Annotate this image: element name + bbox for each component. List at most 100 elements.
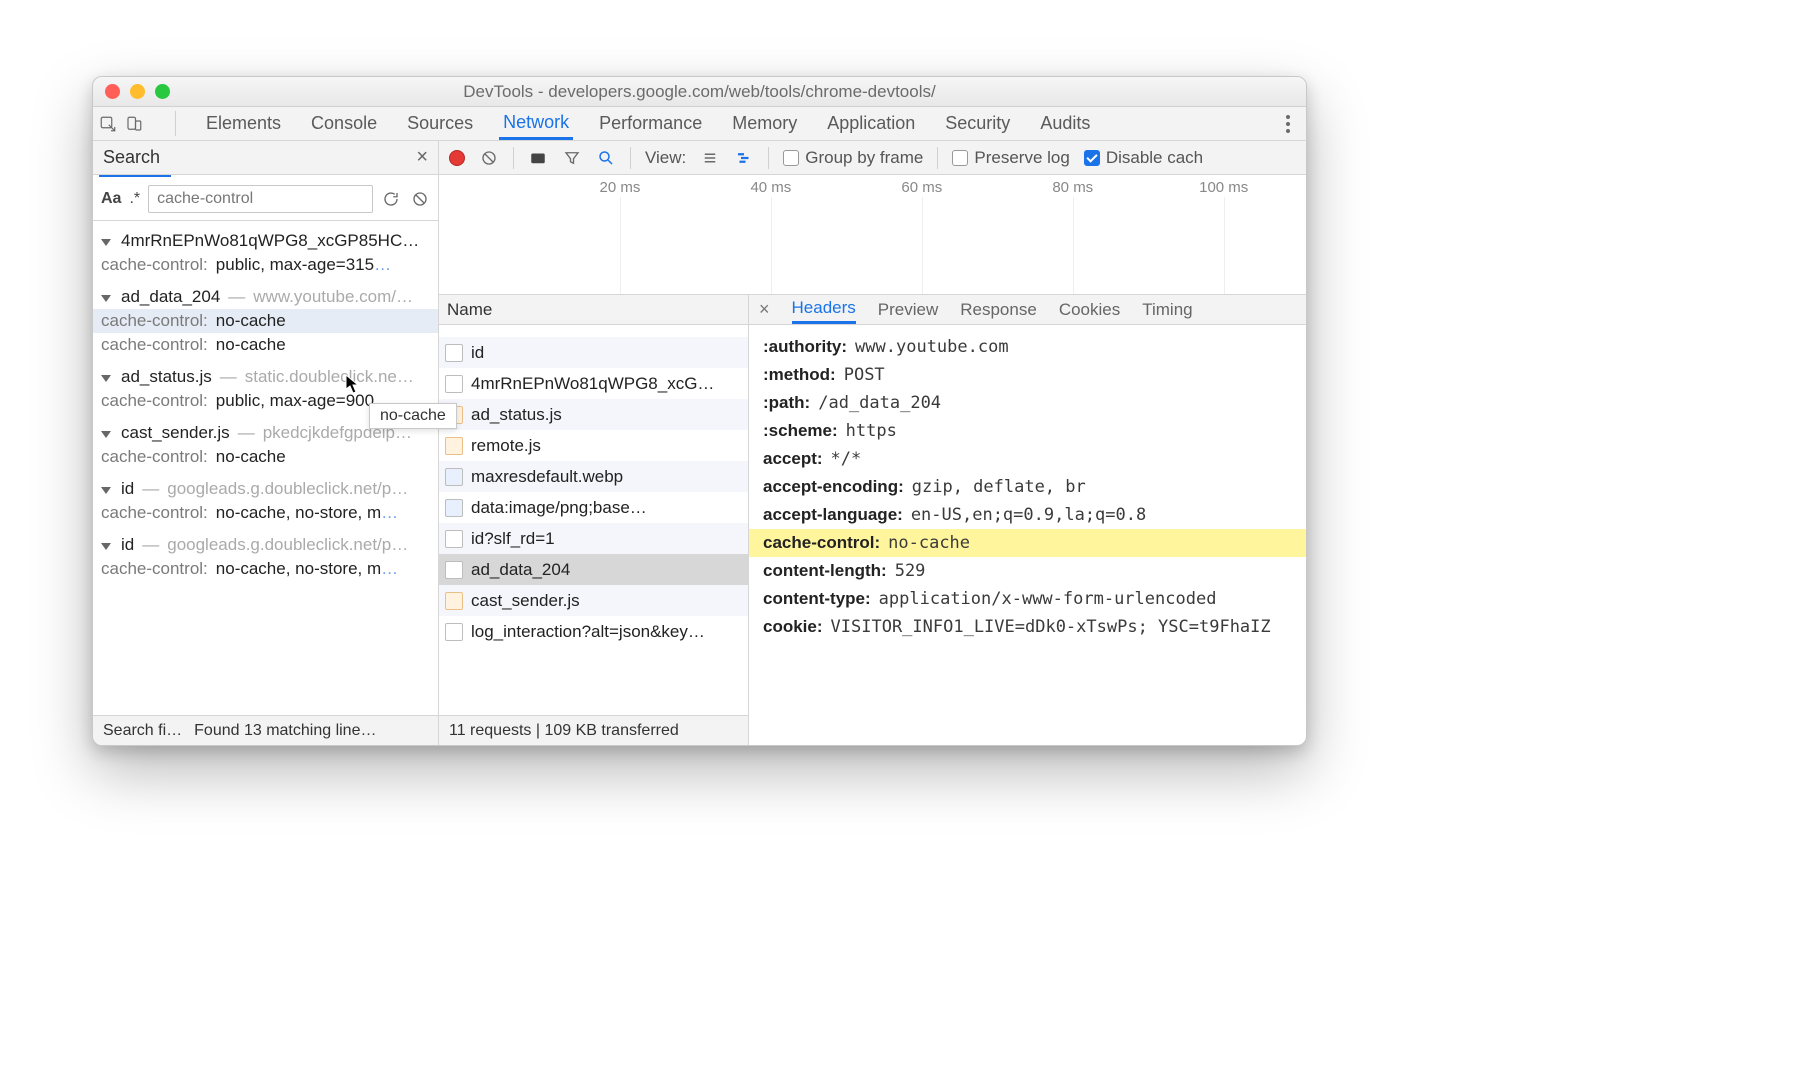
disclosure-triangle-icon[interactable] [101, 487, 111, 494]
header-row[interactable]: accept-language:en-US,en;q=0.9,la;q=0.8 [749, 501, 1306, 529]
match-case-toggle[interactable]: Aa [101, 190, 121, 208]
screenshot-icon[interactable] [528, 148, 548, 168]
disclosure-triangle-icon[interactable] [101, 295, 111, 302]
filter-icon[interactable] [562, 148, 582, 168]
file-type-icon [445, 375, 463, 393]
more-options-icon[interactable] [1286, 115, 1290, 133]
header-row[interactable]: :scheme:https [749, 417, 1306, 445]
detail-tab-headers[interactable]: Headers [792, 295, 856, 324]
header-key: accept-encoding: [763, 477, 904, 497]
disclosure-triangle-icon[interactable] [101, 375, 111, 382]
tab-application[interactable]: Application [823, 107, 919, 140]
header-row[interactable]: cookie:VISITOR_INFO1_LIVE=dDk0-xTswPs; Y… [749, 613, 1306, 641]
search-group-host: googleads.g.doubleclick.net/p… [167, 479, 408, 499]
search-result-hit[interactable]: cache-control: no-cache, no-store, m… [93, 557, 438, 581]
search-panel: Search × Aa .* 4mrRnEPnWo81qWPG8_xcGP85H… [93, 141, 439, 745]
file-type-icon [445, 623, 463, 641]
search-group-host: www.youtube.com/… [253, 287, 413, 307]
search-icon[interactable] [596, 148, 616, 168]
search-result-hit[interactable]: cache-control: public, max-age=315… [93, 253, 438, 277]
clear-icon[interactable] [410, 188, 430, 210]
detail-tab-cookies[interactable]: Cookies [1059, 295, 1120, 324]
request-row[interactable]: cast_sender.js [439, 585, 748, 616]
file-type-icon [445, 592, 463, 610]
request-row[interactable]: ad_data_204 [439, 554, 748, 585]
header-value: application/x-www-form-urlencoded [879, 589, 1217, 609]
search-result-group[interactable]: ad_data_204 — www.youtube.com/… [93, 285, 438, 309]
search-group-host: static.doubleclick.ne… [245, 367, 414, 387]
request-row[interactable]: 4mrRnEPnWo81qWPG8_xcG… [439, 368, 748, 399]
tab-network[interactable]: Network [499, 107, 573, 140]
header-row[interactable]: content-type:application/x-www-form-urle… [749, 585, 1306, 613]
request-detail-panel: × Headers Preview Response Cookies Timing :a… [749, 295, 1306, 745]
tab-elements[interactable]: Elements [202, 107, 285, 140]
search-result-group[interactable]: id — googleads.g.doubleclick.net/p… [93, 533, 438, 557]
close-icon[interactable]: × [416, 146, 428, 169]
close-detail-icon[interactable]: × [759, 299, 770, 320]
network-timeline[interactable]: 20 ms40 ms60 ms80 ms100 ms [439, 175, 1306, 295]
request-row[interactable]: maxresdefault.webp [439, 461, 748, 492]
clear-log-icon[interactable] [479, 148, 499, 168]
tab-memory[interactable]: Memory [728, 107, 801, 140]
inspect-element-icon[interactable] [99, 115, 117, 133]
search-result-hit[interactable]: cache-control: no-cache [93, 445, 438, 469]
view-list-icon[interactable] [700, 148, 720, 168]
header-row[interactable]: :method:POST [749, 361, 1306, 389]
main-panel-tabs: Elements Console Sources Network Performance… [93, 107, 1306, 141]
search-group-file: id [121, 479, 134, 499]
minimize-window-button[interactable] [130, 84, 145, 99]
search-result-hit[interactable]: cache-control: no-cache [93, 309, 438, 333]
search-status-a: Search fi… [103, 722, 182, 740]
group-by-frame-checkbox[interactable]: Group by frame [783, 148, 923, 168]
disable-cache-checkbox[interactable]: Disable cach [1084, 148, 1203, 168]
search-result-hit[interactable]: cache-control: no-cache [93, 333, 438, 357]
search-result-hit[interactable]: cache-control: no-cache, no-store, m… [93, 501, 438, 525]
detail-tab-preview[interactable]: Preview [878, 295, 938, 324]
file-type-icon [445, 344, 463, 362]
request-row[interactable]: id?slf_rd=1 [439, 523, 748, 554]
detail-tab-timing[interactable]: Timing [1142, 295, 1192, 324]
disclosure-triangle-icon[interactable] [101, 543, 111, 550]
tab-console[interactable]: Console [307, 107, 381, 140]
search-panel-header: Search × [93, 141, 438, 175]
header-row[interactable]: :authority:www.youtube.com [749, 333, 1306, 361]
record-button[interactable] [449, 150, 465, 166]
preserve-log-checkbox[interactable]: Preserve log [952, 148, 1069, 168]
request-name: ad_status.js [471, 405, 562, 425]
search-group-file: cast_sender.js [121, 423, 230, 443]
request-name: id?slf_rd=1 [471, 529, 555, 549]
request-row[interactable]: id [439, 337, 748, 368]
tab-performance[interactable]: Performance [595, 107, 706, 140]
search-result-group[interactable]: 4mrRnEPnWo81qWPG8_xcGP85HC… [93, 229, 438, 253]
header-row[interactable]: accept-encoding:gzip, deflate, br [749, 473, 1306, 501]
request-row[interactable]: remote.js [439, 430, 748, 461]
regex-toggle[interactable]: .* [129, 190, 140, 208]
request-row[interactable]: log_interaction?alt=json&key… [439, 616, 748, 647]
close-window-button[interactable] [105, 84, 120, 99]
header-row[interactable]: cache-control:no-cache [749, 529, 1306, 557]
disclosure-triangle-icon[interactable] [101, 239, 111, 246]
header-row[interactable]: content-length:529 [749, 557, 1306, 585]
header-value: no-cache [888, 533, 970, 553]
name-column-header[interactable]: Name [439, 295, 748, 325]
search-result-group[interactable]: id — googleads.g.doubleclick.net/p… [93, 477, 438, 501]
request-row[interactable]: ad_status.js [439, 399, 748, 430]
header-row[interactable]: accept:*/* [749, 445, 1306, 473]
view-label: View: [645, 148, 686, 168]
tab-security[interactable]: Security [941, 107, 1014, 140]
zoom-window-button[interactable] [155, 84, 170, 99]
header-row[interactable]: :path:/ad_data_204 [749, 389, 1306, 417]
view-waterfall-icon[interactable] [734, 148, 754, 168]
search-input[interactable] [148, 185, 373, 213]
device-toggle-icon[interactable] [125, 115, 143, 133]
detail-tab-response[interactable]: Response [960, 295, 1037, 324]
refresh-icon[interactable] [381, 188, 401, 210]
request-name: id [471, 343, 484, 363]
network-summary: 11 requests | 109 KB transferred [439, 715, 748, 745]
request-row[interactable] [439, 325, 748, 337]
tab-audits[interactable]: Audits [1036, 107, 1094, 140]
disclosure-triangle-icon[interactable] [101, 431, 111, 438]
search-result-group[interactable]: ad_status.js — static.doubleclick.ne… [93, 365, 438, 389]
request-row[interactable]: data:image/png;base… [439, 492, 748, 523]
tab-sources[interactable]: Sources [403, 107, 477, 140]
